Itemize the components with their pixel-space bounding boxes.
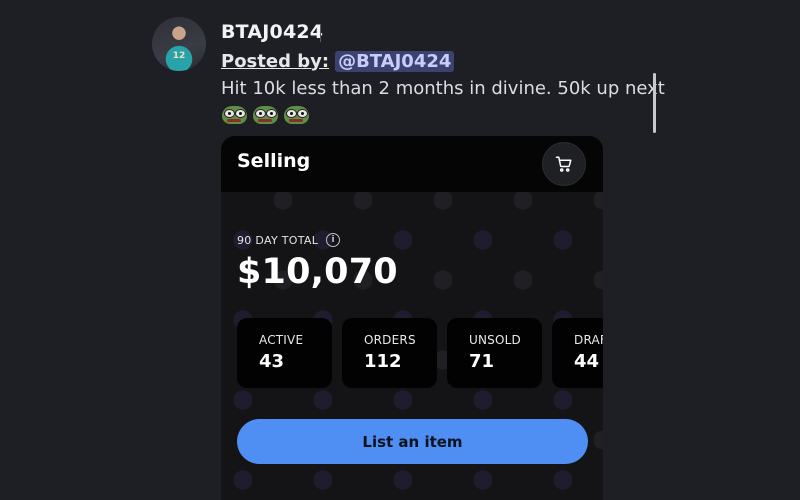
frog-emoji — [283, 104, 310, 126]
frog-emoji — [252, 104, 279, 126]
info-icon[interactable]: i — [326, 233, 341, 247]
avatar-jersey-number: 12 — [172, 51, 186, 61]
stat-card-active[interactable]: ACTIVE 43 — [237, 318, 332, 388]
user-mention[interactable]: @BTAJ0424 — [335, 50, 455, 72]
stat-card-drafts[interactable]: DRAFTS 44 — [552, 318, 603, 388]
stat-value: 112 — [364, 351, 402, 372]
posted-by-row: Posted by: @BTAJ0424 — [221, 50, 455, 72]
frog-emoji — [221, 104, 248, 126]
text-cursor — [320, 24, 321, 42]
avatar[interactable]: 12 — [152, 17, 206, 71]
stat-label: UNSOLD — [469, 333, 521, 347]
selling-title: Selling — [237, 150, 311, 172]
emoji-row — [221, 104, 310, 126]
ninety-day-total-label: 90 DAY TOTAL — [237, 233, 319, 247]
stat-label: ORDERS — [364, 333, 416, 347]
stat-card-unsold[interactable]: UNSOLD 71 — [447, 318, 542, 388]
cart-icon — [555, 156, 572, 172]
selling-header: Selling — [221, 136, 603, 192]
stat-label: ACTIVE — [259, 333, 304, 347]
total-label-row: 90 DAY TOTAL i — [237, 233, 341, 247]
stat-value: 43 — [259, 351, 285, 372]
stat-value: 44 — [574, 351, 600, 372]
posted-by-label: Posted by: — [221, 50, 330, 72]
post-author-name[interactable]: BTAJ0424 — [221, 21, 323, 43]
stat-label: DRAFTS — [574, 333, 603, 347]
cart-button[interactable] — [542, 142, 586, 186]
stat-card-orders[interactable]: ORDERS 112 — [342, 318, 437, 388]
stat-value: 71 — [469, 351, 495, 372]
selling-screenshot-card[interactable]: Selling 90 DAY TOTAL i $10,070 ACTIVE 43… — [221, 136, 603, 500]
post-message: Hit 10k less than 2 months in divine. 50… — [221, 78, 665, 99]
stats-row: ACTIVE 43 ORDERS 112 UNSOLD 71 DRAFTS 44 — [237, 318, 603, 388]
list-an-item-button[interactable]: List an item — [237, 419, 588, 464]
scrollbar[interactable] — [653, 73, 656, 133]
ninety-day-total-value: $10,070 — [237, 252, 398, 292]
